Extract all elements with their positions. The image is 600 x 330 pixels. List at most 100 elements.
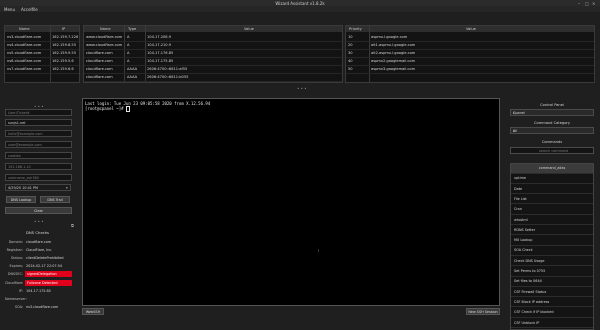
cell-ip: 162.159.5.6 [52,59,74,63]
cell-value: 2606:4700::6811:b055 [147,75,189,79]
cell-value: aspmx.l.google.com [371,35,408,39]
cell-name: ns3.cloudflare.com [7,35,42,39]
cell-type: A [127,43,130,47]
cell-priority: 30 [348,51,353,55]
command-list-item[interactable]: SOA Check [511,246,593,256]
window-title: Wizard Assistant v1.8.2k [275,0,325,6]
command-list-item[interactable]: uptime [511,174,593,184]
command-list-item[interactable]: File List [511,195,593,205]
ssh-user-input[interactable]: username_ssh360 [5,174,72,181]
dock-icon[interactable]: ⧉ [71,223,74,228]
maximize-icon[interactable]: □ [585,1,589,6]
dns-check-row: Cloudflare: Fullzone Detected [4,279,76,286]
dns-check-row: SOA: ns3.cloudflare.com [4,304,76,311]
cell-type: AAAA [127,67,138,71]
dns-trail-button[interactable]: DNS Trail [40,196,70,203]
cell-name: cloudflare.com [86,59,113,63]
dns-check-key: Registrar: [6,247,23,252]
cursor [125,106,130,112]
cell-value: 104.17.176.85 [147,51,174,55]
dns-check-value: clientDeleteProhibited [26,255,64,260]
command-list-item[interactable]: CSF Firewall Status [511,288,593,298]
minimize-icon[interactable]: – [578,1,580,6]
mx-records-table: Priority Value 10 aspmx.l.google.com 20 alt… [345,25,595,83]
table-header: Name Type Value [84,26,342,32]
user-email-input[interactable]: user@example.com [5,141,72,148]
dns-check-key: Expires: [9,264,23,269]
cell-ip: 162.159.6.6 [52,67,74,71]
cell-name: www.cloudflare.com [86,35,123,39]
dns-check-row: DNSSEC: signedDelegation [4,271,76,278]
command-label: CSF Unblock IP [514,320,540,325]
chevron-down-icon: ▾ [66,186,68,190]
cell-name: ns6.cloudflare.com [7,59,42,63]
splitter-handle[interactable]: • • • [34,219,44,224]
splitter-handle[interactable]: • • • [297,86,307,91]
table-row[interactable]: cloudflare.com AAAA 2606:4700::6811:b055 [84,73,342,82]
cell-value: 104.17.208.9 [147,35,172,39]
status-badge: Fullzone Detected [25,279,72,286]
clear-button[interactable]: Clear [5,207,72,214]
command-list-item[interactable]: CSF Check if IP blocked [511,308,593,318]
command-list-item[interactable]: Set files to 0644 [511,277,593,287]
dns-check-key: DNSSEC: [7,272,23,277]
dns-checks-title: DNS Checks [26,230,50,235]
webssh-button[interactable]: WebSSH [82,308,104,315]
table-header: Priority Value [346,26,594,32]
cookies-input[interactable]: cookies [5,152,72,159]
command-list-item[interactable]: whoAmI [511,216,593,225]
cell-name: cloudflare.com [86,67,113,71]
command-list-item[interactable]: Cron [511,205,593,215]
dns-check-key: Domain: [8,239,23,244]
dns-check-key: Status: [11,255,23,260]
cell-value: aspmx2.googlemail.com [371,59,416,63]
command-list-item[interactable]: CSF Block IP address [511,298,593,308]
cell-value: alt2.aspmx.l.google.com [371,51,416,55]
command-list-item[interactable]: Check DNS Usage [511,257,593,267]
command-search-input[interactable]: search command [510,147,594,154]
datetime-picker[interactable]: 4/29/20 10:41 PM ▾ [5,184,71,191]
terminal[interactable]: Last login: Tue Jun 23 09:05:58 2020 fro… [82,98,500,306]
command-list-item[interactable]: Date [511,185,593,195]
terminal-prompt: [root@cpanel ~]# [85,106,130,112]
control-panel-select[interactable]: Cpanel ▾ [510,109,594,116]
command-list-item[interactable]: Set Perms to 0755 [511,267,593,277]
dns-check-row: Status: clientDeleteProhibited [4,254,76,261]
cell-value: 104.17.175.85 [147,59,174,63]
dns-lookup-button[interactable]: DNS Lookup [6,196,36,203]
command-label: Date [514,186,523,191]
control-panel-label: Control Panel [540,103,564,107]
ip-input[interactable]: 192.168.1.10 [5,163,72,170]
command-list-item[interactable]: CSF Unblock IP [511,319,593,328]
column-header-ip: IP [62,26,66,31]
resize-handle-icon[interactable]: ⁞ [318,248,319,253]
command-label: uptime [514,176,526,181]
dns-check-row: Domain: cloudflare.com [4,238,76,245]
new-ssh-session-button[interactable]: New SSH Session [466,308,500,315]
cell-ip: 162.159.7.226 [52,35,79,39]
cell-name: ns7.cloudflare.com [7,67,42,71]
menu-item-menu[interactable]: Menu [4,7,15,12]
command-list-item[interactable]: RDNS Setter [511,226,593,236]
column-header-priority: Priority [349,26,362,31]
ticket-input[interactable]: User/Ticket# [5,109,72,116]
domain-input[interactable]: sunjs1.net [5,119,72,126]
email-input[interactable]: hello@example.com [5,130,72,137]
chevron-down-icon: ▾ [513,111,515,115]
table-row[interactable]: 50 aspmx3.googlemail.com [346,65,594,74]
command-category-label: Command Category [533,121,571,125]
column-header-type: Type [128,26,137,31]
table-row[interactable]: ns7.cloudflare.com 162.159.6.6 [5,65,79,74]
menu-item-accelfile[interactable]: Accelfile [21,7,38,12]
dns-check-value: 2024-02-17 22:07:54 [26,264,63,269]
cell-value: 2606:4700::6811:af55 [147,67,188,71]
cell-value: 104.17.210.9 [147,43,172,47]
close-icon[interactable]: × [592,1,595,6]
cell-name: ns4.cloudflare.com [7,43,42,47]
cell-name: ns5.cloudflare.com [7,51,42,55]
dns-check-row: IP: 104.17.175.85 [4,287,76,294]
command-list: command_aliasuptime Date File List Cron whoA… [510,163,594,330]
command-list-item[interactable]: command_alias [511,164,593,174]
command-category-select[interactable]: All ▾ [510,127,594,134]
command-list-item[interactable]: MX Lookup [511,236,593,246]
